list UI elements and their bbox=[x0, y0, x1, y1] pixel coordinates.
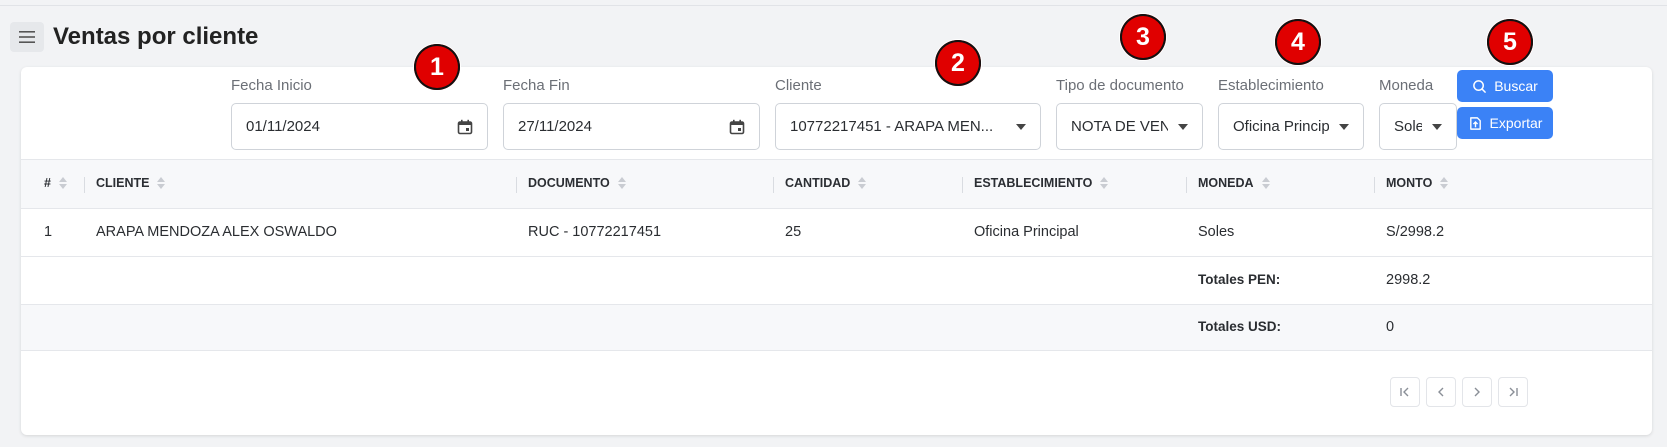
establecimiento-value: Oficina Principal bbox=[1233, 118, 1329, 135]
prev-page-button[interactable] bbox=[1426, 377, 1456, 407]
fecha-fin-field[interactable]: 27/11/2024 bbox=[503, 103, 760, 150]
fecha-fin-label: Fecha Fin bbox=[503, 77, 570, 94]
row-documento: RUC - 10772217451 bbox=[528, 224, 662, 240]
sort-icon[interactable] bbox=[617, 177, 627, 189]
annotation-badge-2: 2 bbox=[935, 40, 981, 86]
calendar-icon[interactable] bbox=[457, 119, 473, 135]
chevron-down-icon bbox=[1178, 123, 1188, 130]
column-divider bbox=[1374, 177, 1375, 193]
tipo-documento-select[interactable]: NOTA DE VENTA bbox=[1056, 103, 1203, 150]
annotation-badge-4: 4 bbox=[1275, 19, 1321, 65]
column-header[interactable]: MONEDA bbox=[1198, 176, 1271, 190]
next-page-icon bbox=[1474, 387, 1480, 397]
tipo-documento-value: NOTA DE VENTA bbox=[1071, 118, 1168, 135]
column-header[interactable]: CLIENTE bbox=[96, 176, 166, 190]
column-header[interactable]: # bbox=[44, 176, 68, 190]
buscar-button[interactable]: Buscar bbox=[1457, 70, 1553, 102]
report-card: Fecha Inicio 01/11/2024 Fecha Fin 27/11/… bbox=[21, 67, 1652, 435]
page-title: Ventas por cliente bbox=[53, 23, 259, 50]
table-row[interactable]: 1 ARAPA MENDOZA ALEX OSWALDO RUC - 10772… bbox=[21, 209, 1652, 257]
sort-icon[interactable] bbox=[1100, 177, 1109, 189]
totals-usd-label: Totales USD: bbox=[1198, 319, 1282, 334]
fecha-inicio-field[interactable]: 01/11/2024 bbox=[231, 103, 488, 150]
column-header[interactable]: CANTIDAD bbox=[785, 176, 867, 190]
last-page-icon bbox=[1509, 387, 1518, 397]
fecha-fin-value: 27/11/2024 bbox=[518, 118, 592, 135]
annotation-badge-5: 5 bbox=[1487, 19, 1533, 65]
chevron-down-icon bbox=[1432, 123, 1442, 130]
top-divider bbox=[0, 5, 1667, 6]
column-header[interactable]: DOCUMENTO bbox=[528, 176, 627, 190]
cliente-value: 10772217451 - ARAPA MEN... bbox=[790, 118, 994, 135]
column-header[interactable]: MONTO bbox=[1386, 176, 1449, 190]
annotation-badge-3: 3 bbox=[1120, 14, 1166, 60]
row-monto: S/2998.2 bbox=[1386, 224, 1445, 240]
sort-icon[interactable] bbox=[1261, 177, 1271, 189]
column-divider bbox=[516, 177, 517, 193]
first-page-icon bbox=[1400, 387, 1409, 397]
row-cliente: ARAPA MENDOZA ALEX OSWALDO bbox=[96, 224, 337, 240]
first-page-button[interactable] bbox=[1390, 377, 1420, 407]
buscar-label: Buscar bbox=[1494, 78, 1538, 94]
column-divider bbox=[1186, 177, 1187, 193]
column-divider bbox=[773, 177, 774, 193]
menu-button[interactable] bbox=[10, 22, 44, 52]
column-divider bbox=[84, 177, 85, 193]
establecimiento-select[interactable]: Oficina Principal bbox=[1218, 103, 1364, 150]
annotation-badge-1: 1 bbox=[414, 44, 460, 90]
prev-page-icon bbox=[1438, 387, 1444, 397]
row-establecimiento: Oficina Principal bbox=[974, 224, 1079, 240]
sort-icon[interactable] bbox=[157, 177, 166, 189]
sort-icon[interactable] bbox=[1440, 177, 1449, 189]
totals-row-pen: Totales PEN: 2998.2 bbox=[21, 257, 1652, 305]
chevron-down-icon bbox=[1339, 123, 1349, 130]
next-page-button[interactable] bbox=[1462, 377, 1492, 407]
cliente-label: Cliente bbox=[775, 77, 822, 94]
menu-icon bbox=[19, 31, 35, 43]
moneda-label: Moneda bbox=[1379, 77, 1434, 94]
totals-row-usd: Totales USD: 0 bbox=[21, 305, 1652, 351]
exportar-label: Exportar bbox=[1489, 115, 1543, 131]
chevron-down-icon bbox=[1016, 123, 1026, 130]
column-header[interactable]: ESTABLECIMIENTO bbox=[974, 176, 1109, 190]
cliente-select[interactable]: 10772217451 - ARAPA MEN... bbox=[775, 103, 1041, 150]
table-header: # CLIENTE DOCUMENTO CANTIDAD ESTABLECIMI… bbox=[21, 159, 1652, 209]
row-cantidad: 25 bbox=[785, 224, 802, 240]
fecha-inicio-label: Fecha Inicio bbox=[231, 77, 312, 94]
search-icon bbox=[1473, 79, 1487, 93]
tipo-documento-label: Tipo de documento bbox=[1056, 77, 1184, 94]
last-page-button[interactable] bbox=[1498, 377, 1528, 407]
moneda-value: Soles bbox=[1394, 118, 1422, 135]
fecha-inicio-value: 01/11/2024 bbox=[246, 118, 320, 135]
sort-icon[interactable] bbox=[58, 177, 68, 189]
column-divider bbox=[962, 177, 963, 193]
moneda-select[interactable]: Soles bbox=[1379, 103, 1457, 150]
exportar-button[interactable]: Exportar bbox=[1457, 107, 1553, 139]
totals-pen-label: Totales PEN: bbox=[1198, 272, 1281, 287]
totals-usd-value: 0 bbox=[1386, 319, 1395, 335]
export-icon bbox=[1469, 116, 1481, 130]
sort-icon[interactable] bbox=[858, 177, 867, 189]
establecimiento-label: Establecimiento bbox=[1218, 77, 1324, 94]
totals-pen-value: 2998.2 bbox=[1386, 272, 1431, 288]
row-moneda: Soles bbox=[1198, 224, 1235, 240]
row-index: 1 bbox=[44, 224, 53, 240]
calendar-icon[interactable] bbox=[729, 119, 745, 135]
